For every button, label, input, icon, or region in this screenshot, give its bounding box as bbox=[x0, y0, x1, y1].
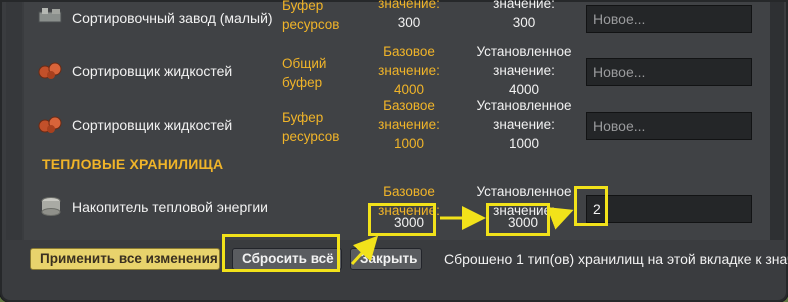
annotation-arrows bbox=[350, 206, 574, 266]
arrow-set-to-input bbox=[546, 207, 574, 230]
arrow-reset-to-base bbox=[350, 235, 379, 266]
